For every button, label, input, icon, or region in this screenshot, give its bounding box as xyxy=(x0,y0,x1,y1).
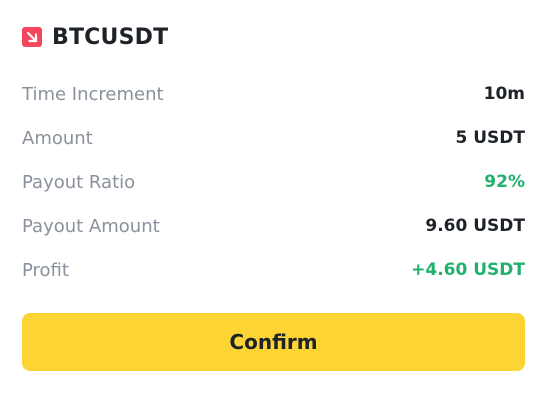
detail-row-amount: Amount 5 USDT xyxy=(22,116,525,160)
detail-row-payout-ratio: Payout Ratio 92% xyxy=(22,160,525,204)
order-confirm-panel: BTCUSDT Time Increment 10m Amount 5 USDT… xyxy=(22,0,525,403)
detail-value: 5 USDT xyxy=(455,128,525,148)
detail-value: 92% xyxy=(484,172,525,192)
detail-value: +4.60 USDT xyxy=(411,260,525,280)
detail-row-profit: Profit +4.60 USDT xyxy=(22,248,525,292)
detail-label: Payout Amount xyxy=(22,215,160,237)
confirm-button-label: Confirm xyxy=(229,330,318,354)
detail-row-payout-amount: Payout Amount 9.60 USDT xyxy=(22,204,525,248)
detail-label: Profit xyxy=(22,259,69,281)
arrow-down-right-icon xyxy=(22,27,42,47)
order-details: Time Increment 10m Amount 5 USDT Payout … xyxy=(22,72,525,292)
detail-value: 9.60 USDT xyxy=(425,216,525,236)
order-header: BTCUSDT xyxy=(22,24,168,50)
detail-label: Time Increment xyxy=(22,83,164,105)
detail-row-time-increment: Time Increment 10m xyxy=(22,72,525,116)
detail-label: Payout Ratio xyxy=(22,171,136,193)
detail-label: Amount xyxy=(22,127,93,149)
confirm-button[interactable]: Confirm xyxy=(22,313,525,371)
symbol-title: BTCUSDT xyxy=(52,24,169,50)
detail-value: 10m xyxy=(483,84,525,104)
